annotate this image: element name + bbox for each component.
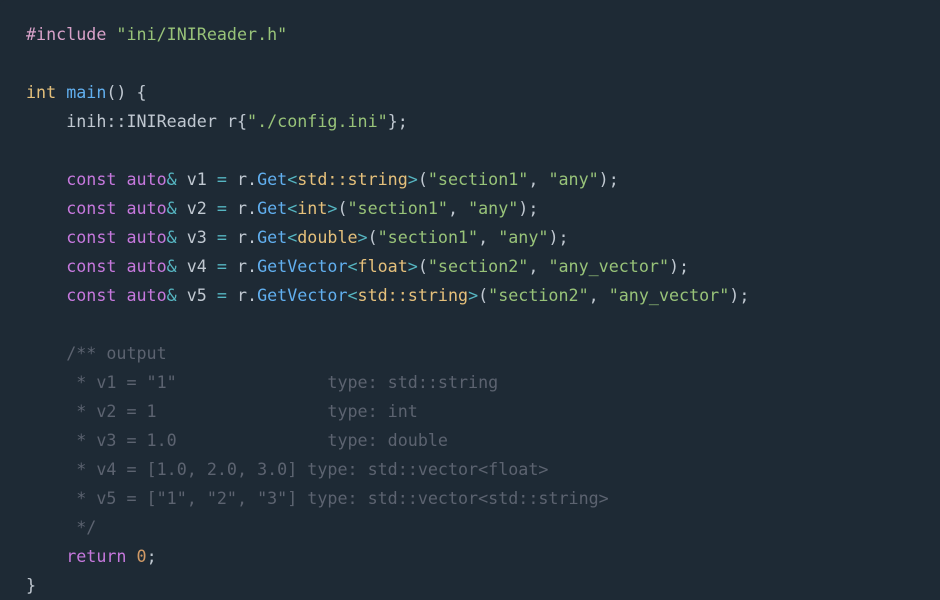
comment-line-3: * v3 = 1.0 type: double — [66, 430, 448, 450]
include-path: "ini/INIReader.h" — [116, 24, 287, 44]
comment-line-1: * v1 = "1" type: std::string — [66, 372, 498, 392]
var-v4: v4 — [187, 256, 207, 276]
reader-var: r — [227, 111, 237, 131]
comment-line-4: * v4 = [1.0, 2.0, 3.0] type: std::vector… — [66, 459, 548, 479]
var-v1: v1 — [187, 169, 207, 189]
literal-zero: 0 — [137, 546, 147, 566]
comment-line-0: /** output — [66, 343, 166, 363]
code-block: #include "ini/INIReader.h" int main() { … — [0, 0, 940, 594]
method-get: Get — [257, 169, 287, 189]
reader-arg: "./config.ini" — [247, 111, 388, 131]
kw-return: return — [66, 546, 126, 566]
var-v2: v2 — [187, 198, 207, 218]
tpl-double: double — [297, 227, 357, 247]
include-directive: #include — [26, 24, 106, 44]
amp: & — [167, 169, 177, 189]
kw-const: const — [66, 169, 116, 189]
comment-line-6: */ — [66, 517, 96, 537]
func-main: main — [66, 82, 106, 102]
var-v5: v5 — [187, 285, 207, 305]
tpl-int: int — [297, 198, 327, 218]
kw-int: int — [26, 82, 56, 102]
tpl-float: float — [358, 256, 408, 276]
comment-line-2: * v2 = 1 type: int — [66, 401, 418, 421]
comment-line-5: * v5 = ["1", "2", "3"] type: std::vector… — [66, 488, 609, 508]
reader-type: inih::INIReader — [66, 111, 217, 131]
code-content: #include "ini/INIReader.h" int main() { … — [26, 20, 914, 600]
tpl-stdstring: std::string — [297, 169, 408, 189]
kw-auto: auto — [126, 169, 166, 189]
method-getvector: GetVector — [257, 256, 347, 276]
space — [106, 24, 116, 44]
var-v3: v3 — [187, 227, 207, 247]
